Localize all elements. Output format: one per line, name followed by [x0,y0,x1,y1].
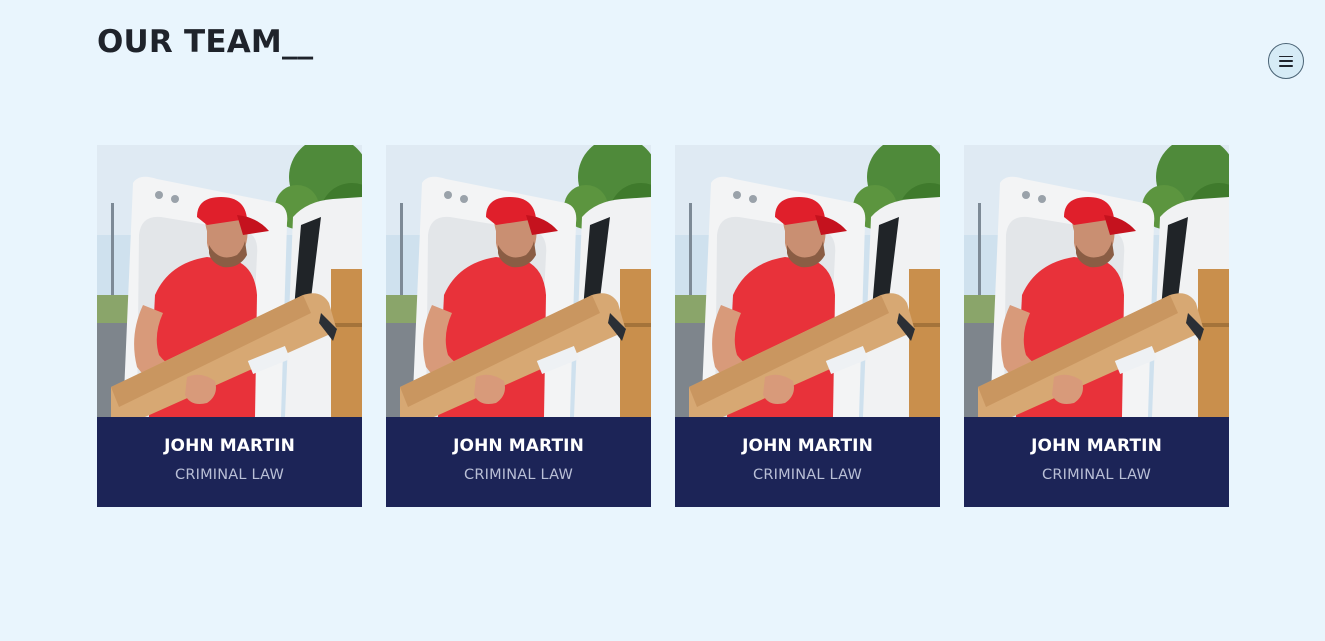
team-member-role: CRIMINAL LAW [464,467,573,483]
section-title: OUR TEAM__ [97,24,314,60]
team-member-role: CRIMINAL LAW [753,467,862,483]
team-member-photo [964,145,1229,417]
team-member-caption: JOHN MARTIN CRIMINAL LAW [964,417,1229,507]
menu-button[interactable] [1268,43,1304,79]
team-member-name: JOHN MARTIN [1031,436,1162,456]
team-member-photo [386,145,651,417]
team-member-photo [97,145,362,417]
team-member-name: JOHN MARTIN [742,436,873,456]
hamburger-menu-icon [1279,55,1293,67]
team-member-role: CRIMINAL LAW [1042,467,1151,483]
team-member-name: JOHN MARTIN [453,436,584,456]
team-member-caption: JOHN MARTIN CRIMINAL LAW [97,417,362,507]
team-grid: JOHN MARTIN CRIMINAL LAW JOHN MARTIN CRI… [97,145,1229,507]
team-member-card[interactable]: JOHN MARTIN CRIMINAL LAW [964,145,1229,507]
team-member-card[interactable]: JOHN MARTIN CRIMINAL LAW [386,145,651,507]
team-member-caption: JOHN MARTIN CRIMINAL LAW [675,417,940,507]
team-member-name: JOHN MARTIN [164,436,295,456]
team-member-role: CRIMINAL LAW [175,467,284,483]
team-member-caption: JOHN MARTIN CRIMINAL LAW [386,417,651,507]
team-member-card[interactable]: JOHN MARTIN CRIMINAL LAW [97,145,362,507]
team-member-card[interactable]: JOHN MARTIN CRIMINAL LAW [675,145,940,507]
team-member-photo [675,145,940,417]
